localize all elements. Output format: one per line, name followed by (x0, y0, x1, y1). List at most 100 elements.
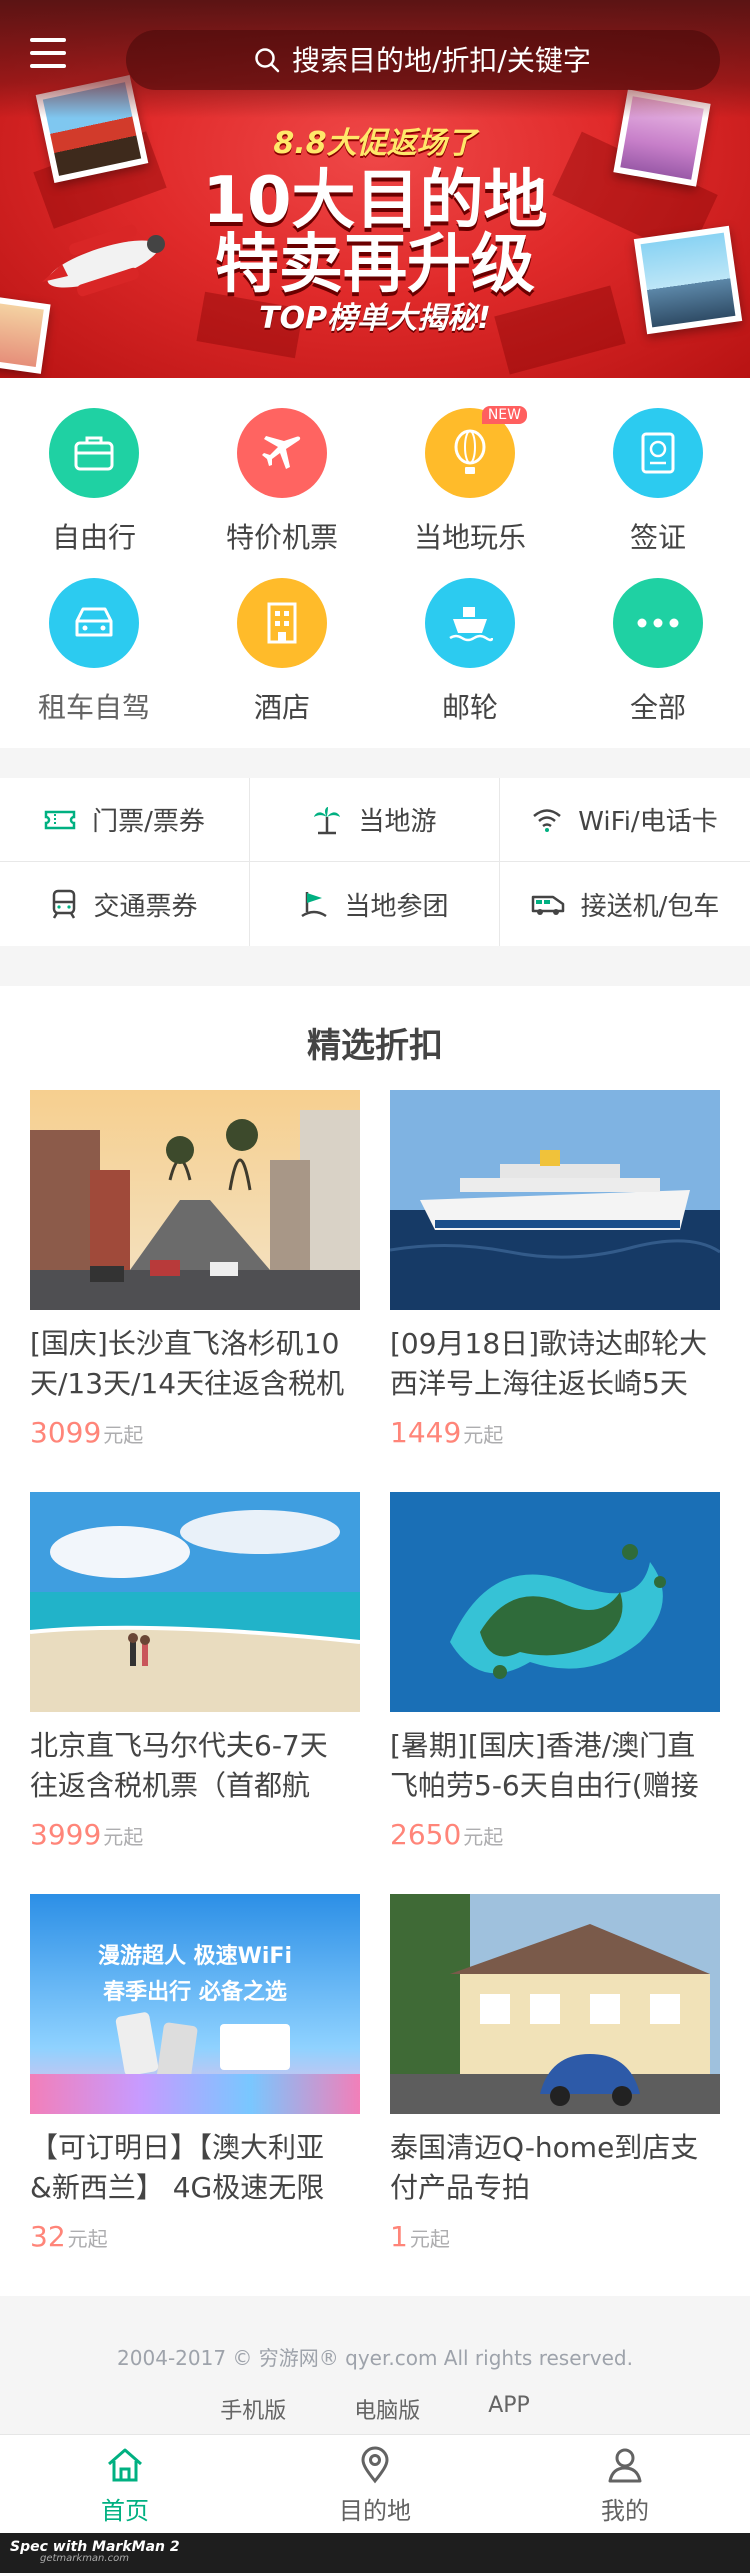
location-icon (361, 2446, 389, 2484)
hero-banner[interactable]: 8.8大促返场了 10大目的地 特卖再升级 TOP榜单大揭秘! (0, 0, 750, 378)
deal-card[interactable]: 泰国清迈Q-home到店支 付产品专拍 1 元起 (390, 1894, 720, 2253)
deal-card[interactable]: [09月18日]歌诗达邮轮大 西洋号上海往返长崎5天 1449 元起 (390, 1090, 720, 1449)
user-icon (608, 2448, 642, 2483)
link-tickets[interactable]: 门票/票券 (0, 778, 250, 862)
tab-label: 首页 (101, 2497, 149, 2525)
deal-card[interactable]: 北京直飞马尔代夫6-7天 往返含税机票（首都航 3999 元起 (30, 1492, 360, 1851)
deal-price-unit: 元起 (103, 1423, 144, 1447)
banner-title-line2: 特卖再升级 (215, 228, 535, 302)
link-airport-transfer[interactable]: 接送机/包车 (500, 862, 750, 946)
category-label: 全部 (629, 691, 686, 724)
deal-price-value: 1449 (390, 1416, 462, 1449)
deal-title-line: 付产品专拍 (390, 2171, 531, 2204)
deal-price: 2650 元起 (390, 1818, 720, 1851)
link-transport[interactable]: 交通票券 (0, 862, 250, 946)
deal-price-unit: 元起 (409, 2227, 450, 2251)
footer-link-app[interactable]: APP (488, 2393, 530, 2425)
passport-icon (613, 408, 703, 498)
deal-image-palau (390, 1492, 720, 1712)
deal-title: 北京直飞马尔代夫6-7天 往返含税机票（首都航 (30, 1726, 360, 1806)
deal-title: [国庆]长沙直飞洛杉矶10 天/13天/14天往返含税机 (30, 1324, 360, 1404)
deal-card[interactable]: 漫游超人 极速WiFi 春季出行 必备之选 【可订明日】【澳大利亚 &新西兰】 … (30, 1894, 360, 2253)
menu-button[interactable] (30, 38, 66, 70)
deal-price-value: 3099 (30, 1416, 102, 1449)
palm-icon (314, 806, 341, 834)
tab-profile[interactable]: 我的 (500, 2435, 750, 2533)
deal-card[interactable]: [暑期][国庆]香港/澳门直 飞帕劳5-6天自由行(赠接 2650 元起 (390, 1492, 720, 1851)
divider (0, 946, 750, 986)
suitcase-icon (49, 408, 139, 498)
skyline-decoration (30, 2074, 360, 2114)
deal-title-line: [09月18日]歌诗达邮轮大 (390, 1327, 708, 1360)
deal-image-wifi-promo: 漫游超人 极速WiFi 春季出行 必备之选 (30, 1894, 360, 2114)
link-label: WiFi/电话卡 (578, 807, 718, 837)
tab-home[interactable]: 首页 (0, 2435, 250, 2533)
deal-title: 泰国清迈Q-home到店支 付产品专拍 (390, 2128, 720, 2208)
tab-label: 我的 (601, 2497, 649, 2525)
deal-price: 3099 元起 (30, 1416, 360, 1449)
category-all[interactable]: 全部 (564, 578, 750, 726)
deal-price-unit: 元起 (463, 1825, 504, 1849)
deal-price: 32 元起 (30, 2220, 360, 2253)
search-icon (255, 48, 280, 73)
footer-links: 手机版 电脑版 APP (0, 2393, 750, 2425)
deal-price-value: 1 (390, 2220, 408, 2253)
deal-price-value: 3999 (30, 1818, 102, 1851)
category-label: 邮轮 (441, 691, 498, 724)
hotel-icon (237, 578, 327, 668)
promo-line2: 春季出行 必备之选 (103, 1980, 287, 2005)
markman-watermark: Spec with MarkMan 2 getmarkman.com (0, 2533, 750, 2573)
deal-title-line: 泰国清迈Q-home到店支 (390, 2131, 699, 2164)
banner-tagline: TOP榜单大揭秘! (259, 301, 491, 336)
menu-icon-bar (30, 64, 66, 68)
deal-title-line: 飞帕劳5-6天自由行(赠接 (390, 1769, 699, 1802)
deal-price-unit: 元起 (67, 2227, 108, 2251)
category-grid: 自由行 特价机票 NEW 当地玩乐 签证 租车自驾 酒店 邮轮 全部 (0, 378, 750, 748)
category-label: 当地玩乐 (413, 521, 526, 554)
van-icon (531, 895, 564, 915)
deal-title-line: [国庆]长沙直飞洛杉矶10 (30, 1327, 340, 1360)
category-car-rental[interactable]: 租车自驾 (0, 578, 188, 726)
deal-title: [09月18日]歌诗达邮轮大 西洋号上海往返长崎5天 (390, 1324, 720, 1404)
tab-destinations[interactable]: 目的地 (250, 2435, 500, 2533)
deal-title-line: 往返含税机票（首都航 (30, 1769, 311, 1802)
bottom-tab-bar: 首页 目的地 我的 (0, 2434, 750, 2533)
deal-card[interactable]: [国庆]长沙直飞洛杉矶10 天/13天/14天往返含税机 3099 元起 (30, 1090, 360, 1449)
link-wifi[interactable]: WiFi/电话卡 (500, 778, 750, 862)
footer-link-desktop[interactable]: 电脑版 (354, 2393, 420, 2425)
category-visa[interactable]: 签证 (564, 408, 750, 556)
link-label: 当地参团 (344, 891, 449, 922)
deal-title: 【可订明日】【澳大利亚 &新西兰】 4G极速无限 (30, 2128, 360, 2208)
copyright: 2004-2017 © 穷游网® qyer.com All rights res… (117, 2346, 633, 2370)
menu-icon-bar (30, 51, 66, 55)
link-label: 交通票券 (93, 891, 198, 922)
category-cruise[interactable]: 邮轮 (376, 578, 564, 726)
category-hotel[interactable]: 酒店 (188, 578, 376, 726)
train-icon (53, 889, 76, 919)
search-box[interactable] (126, 30, 720, 90)
deal-title: [暑期][国庆]香港/澳门直 飞帕劳5-6天自由行(赠接 (390, 1726, 720, 1806)
wifi-icon (533, 808, 562, 832)
deal-image-los-angeles (30, 1090, 360, 1310)
category-local-fun[interactable]: NEW 当地玩乐 (376, 406, 564, 556)
link-local-tours[interactable]: 当地游 (250, 778, 500, 862)
deal-image-maldives (30, 1492, 360, 1712)
section-title: 精选折扣 (307, 1026, 443, 1066)
home-icon (108, 2448, 142, 2482)
ship-icon (425, 578, 515, 668)
tab-label: 目的地 (339, 2497, 411, 2525)
menu-icon-bar (30, 38, 66, 42)
link-group-tours[interactable]: 当地参团 (250, 862, 500, 946)
deal-title-line: 天/13天/14天往返含税机 (30, 1367, 345, 1400)
ticket-icon (44, 810, 76, 829)
category-label: 特价机票 (225, 521, 338, 554)
deal-image-chiang-mai (390, 1894, 720, 2114)
search-input[interactable] (292, 43, 692, 77)
category-free-travel[interactable]: 自由行 (0, 408, 188, 556)
deal-title-line: &新西兰】 4G极速无限 (30, 2171, 325, 2204)
category-flights[interactable]: 特价机票 (188, 408, 376, 556)
deal-price-unit: 元起 (103, 1825, 144, 1849)
deal-title-line: 【可订明日】【澳大利亚 (30, 2131, 325, 2164)
deal-image-cruise (390, 1090, 720, 1310)
footer-link-mobile[interactable]: 手机版 (220, 2393, 286, 2425)
